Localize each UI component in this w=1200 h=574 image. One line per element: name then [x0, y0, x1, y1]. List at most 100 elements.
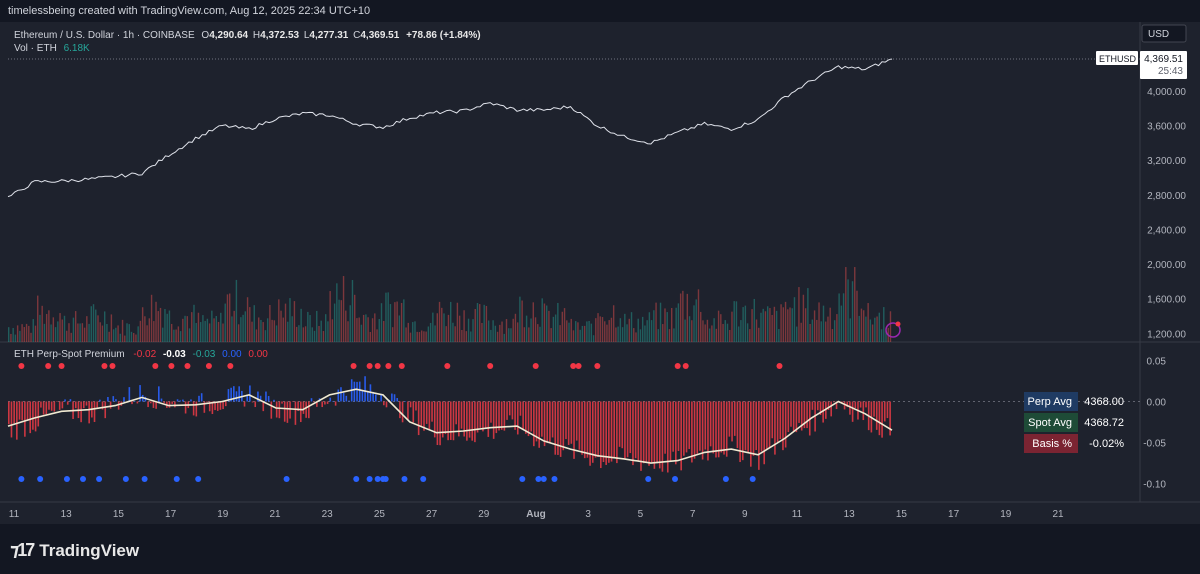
volume-bar — [90, 306, 92, 342]
volume-bar — [668, 329, 671, 342]
premium-bar — [436, 401, 439, 446]
premium-bar — [535, 401, 538, 442]
volume-bar — [454, 326, 456, 342]
volume-bar — [514, 313, 517, 342]
volume-bar — [476, 303, 479, 342]
chart-svg[interactable]: 4,000.00 3,600.00 3,200.00 2,800.00 2,400.00… — [0, 22, 1200, 524]
volume-bar — [845, 267, 847, 342]
volume-bar — [528, 327, 530, 342]
volume-bar — [260, 319, 262, 342]
volume-bar — [713, 318, 715, 342]
premium-bar — [816, 401, 819, 411]
volume-bar — [543, 303, 546, 342]
volume-bar — [403, 299, 405, 342]
premium-bar — [444, 401, 447, 435]
indicator-tag-value: -0.02% — [1089, 438, 1124, 450]
volume-bar — [842, 293, 845, 342]
volume-bar — [829, 307, 831, 342]
premium-bar — [883, 401, 886, 422]
volume-bar — [170, 323, 173, 342]
volume-bar — [360, 324, 363, 342]
volume-bar — [331, 319, 334, 342]
premium-bar — [326, 401, 329, 404]
volume-bar — [441, 307, 443, 342]
red-signal-dot — [366, 363, 373, 369]
volume-bar — [438, 301, 441, 342]
volume-bar — [662, 324, 664, 342]
premium-bar — [490, 401, 492, 423]
red-signal-dot — [682, 363, 689, 369]
tradingview-logo[interactable]: ⁊17 TradingView — [10, 540, 139, 561]
volume-bar — [182, 318, 184, 342]
premium-bar — [74, 401, 77, 409]
time-axis-label: Aug — [526, 509, 545, 520]
volume-bar — [61, 319, 63, 342]
premium-bar — [495, 401, 498, 434]
red-signal-dot — [575, 363, 582, 369]
price-tick-label: 2,400.00 — [1147, 225, 1186, 236]
volume-bar — [349, 305, 351, 342]
indicator-tag-value: 4368.00 — [1084, 396, 1124, 408]
premium-bar — [50, 401, 53, 411]
premium-bar — [278, 401, 281, 419]
premium-bar — [452, 401, 455, 441]
volume-bar — [197, 312, 200, 342]
volume-bar — [195, 322, 197, 342]
volume-bar — [702, 320, 704, 342]
premium-bar — [597, 401, 599, 457]
premium-bar — [482, 401, 484, 432]
premium-bar — [677, 401, 680, 451]
volume-bar — [608, 320, 610, 342]
price-tick-label: 2,800.00 — [1147, 191, 1186, 202]
volume-bar — [436, 313, 439, 342]
volume-bar — [586, 321, 588, 342]
volume-bar — [762, 308, 764, 342]
volume-bar — [226, 294, 229, 342]
volume-bar — [860, 308, 863, 342]
volume-bar — [470, 331, 472, 342]
volume-bar — [338, 299, 340, 342]
volume-bar — [16, 325, 19, 342]
volume-bar — [742, 307, 744, 342]
premium-bar — [640, 401, 642, 471]
volume-bar — [45, 313, 48, 342]
volume-bar — [369, 331, 372, 342]
change-value: +78.86 (+1.84%) — [406, 30, 481, 41]
volume-bar — [271, 319, 273, 342]
volume-bar — [273, 320, 276, 342]
volume-bar — [833, 320, 836, 342]
volume-bar — [851, 281, 854, 342]
indicator-value-4: 0.00 — [222, 349, 242, 360]
premium-bar — [224, 401, 227, 407]
volume-bar — [400, 302, 403, 342]
volume-bar — [541, 298, 543, 342]
premium-bar — [755, 401, 757, 451]
volume-bar — [630, 312, 633, 342]
premium-bar — [771, 401, 774, 439]
premium-bar — [833, 401, 835, 403]
volume-bar — [789, 307, 791, 342]
volume-bar — [43, 323, 46, 342]
volume-bar — [510, 328, 512, 342]
chart-area[interactable]: 4,000.00 3,600.00 3,200.00 2,800.00 2,400.00… — [0, 22, 1200, 524]
volume-bar — [825, 321, 827, 342]
premium-bar — [621, 401, 624, 449]
countdown-label: 25:43 — [1158, 66, 1183, 77]
volume-bar — [479, 304, 481, 342]
premium-bar — [551, 401, 554, 438]
blue-signal-dot — [173, 476, 180, 482]
volume-bar — [199, 322, 202, 342]
premium-bar — [348, 400, 350, 402]
premium-bar — [206, 401, 208, 403]
premium-bar — [219, 401, 222, 410]
volume-bar — [840, 305, 843, 342]
premium-bar — [393, 394, 396, 402]
volume-bar — [264, 330, 267, 342]
volume-bar — [224, 303, 226, 342]
premium-bar — [696, 401, 699, 454]
volume-bar — [220, 312, 222, 342]
premium-bar — [693, 401, 696, 459]
premium-bar — [760, 401, 763, 452]
volume-bar — [628, 318, 630, 342]
volume-bar — [775, 310, 778, 342]
